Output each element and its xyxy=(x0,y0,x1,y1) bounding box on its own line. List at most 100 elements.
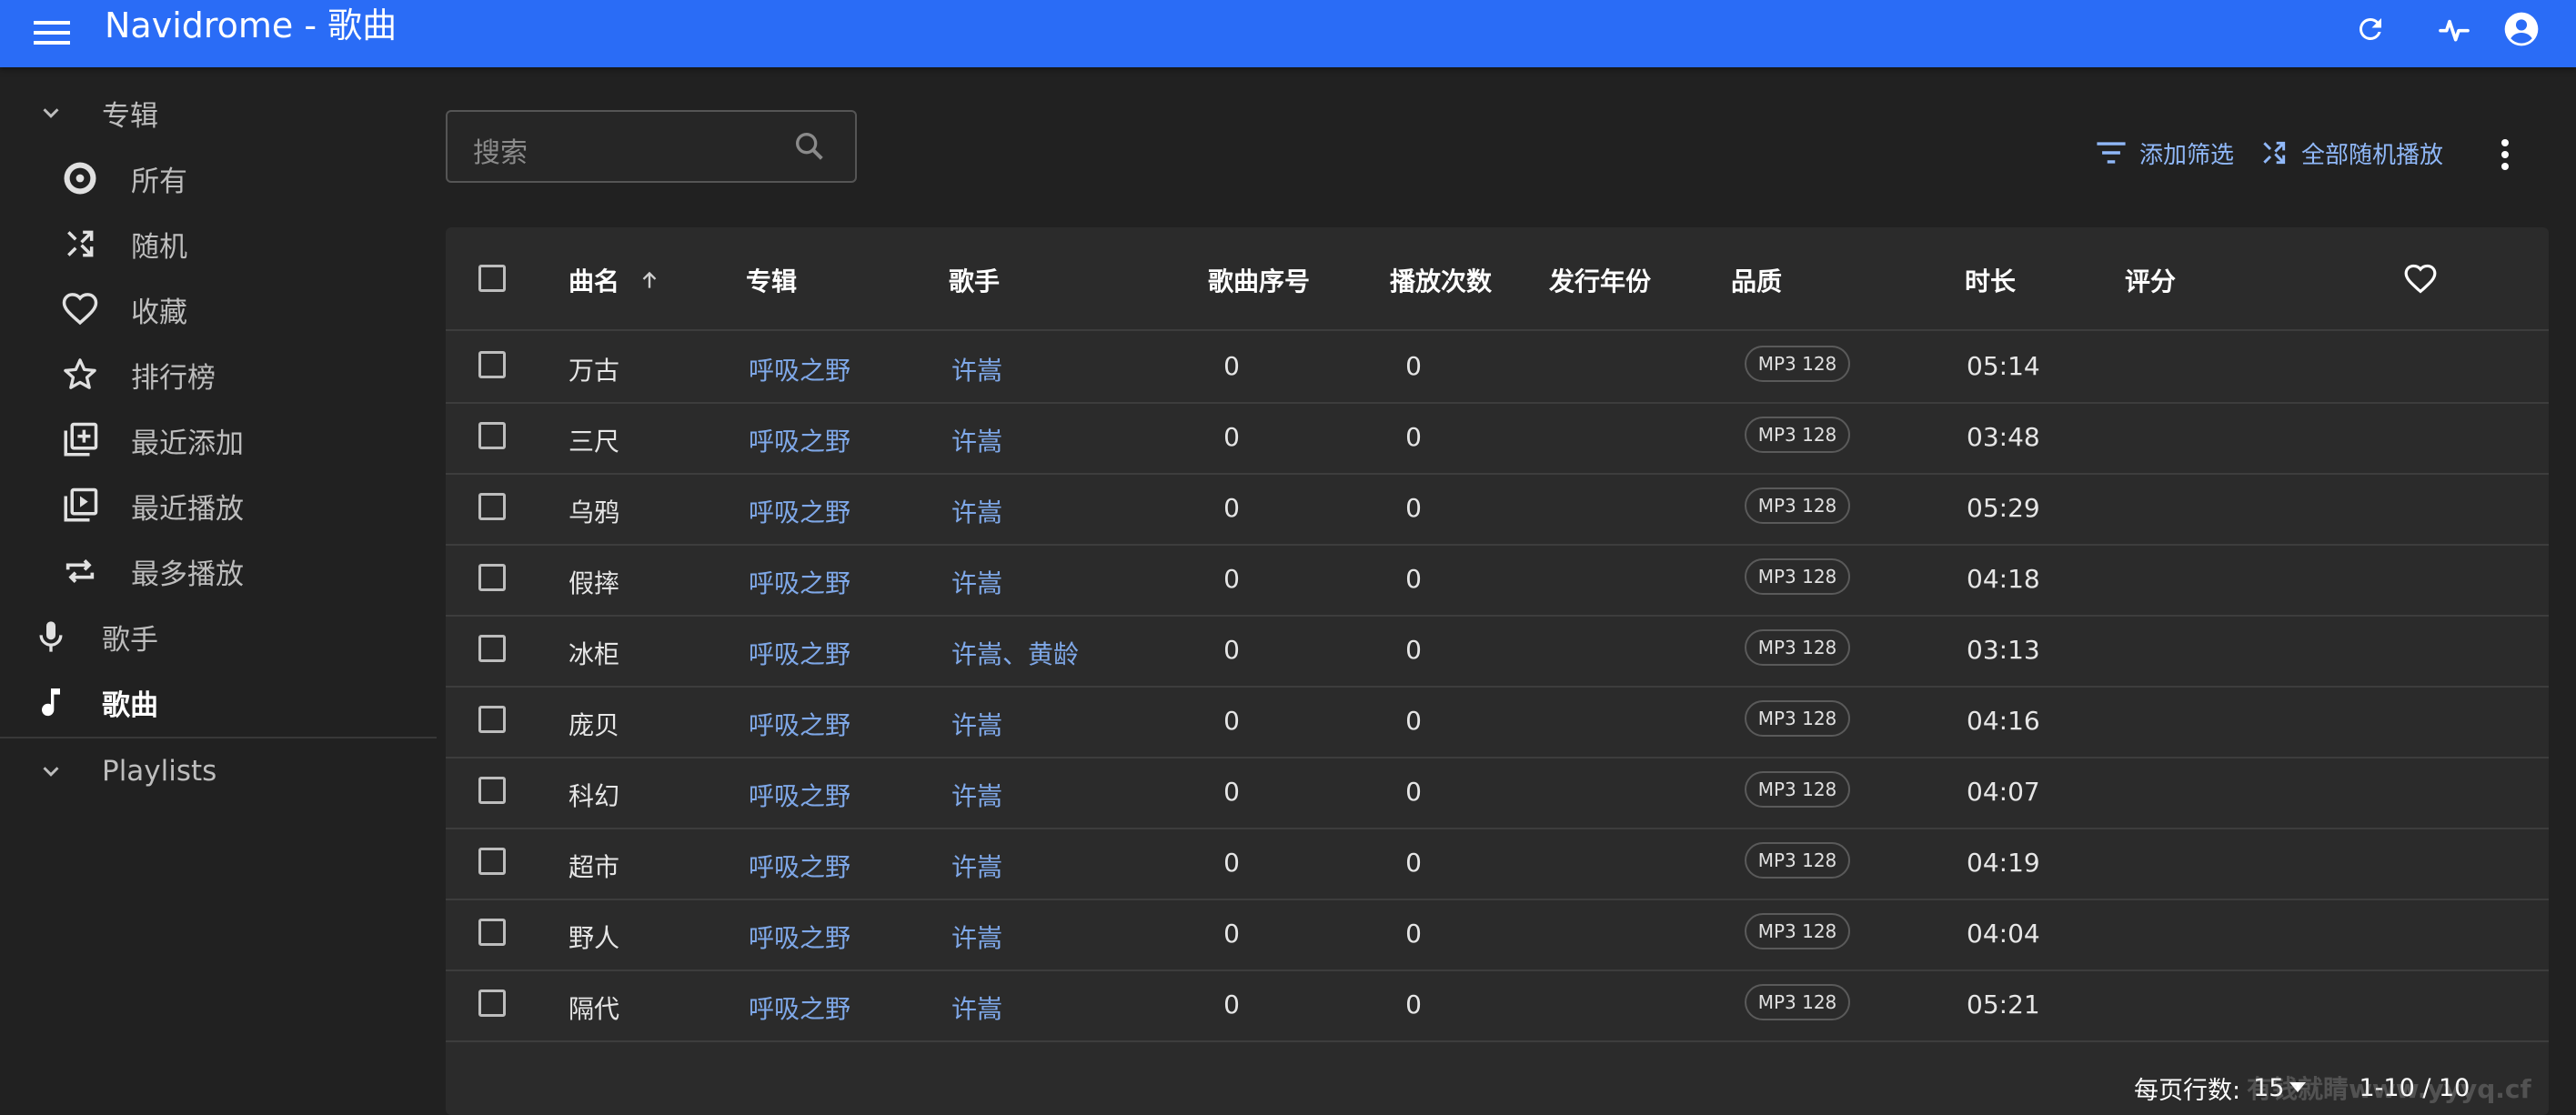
table-row[interactable]: 假摔 呼吸之野 许嵩 0 0 MP3 128 04:18 xyxy=(446,544,2549,617)
play-count: 0 xyxy=(1405,848,1422,878)
artist-link[interactable]: 许嵩 xyxy=(951,493,1002,529)
track-number: 0 xyxy=(1223,919,1240,949)
add-filter-label: 添加筛选 xyxy=(2139,141,2235,169)
sidebar-item-label: 所有 xyxy=(131,165,187,198)
artist-link[interactable]: 许嵩 xyxy=(951,848,1002,884)
album-link[interactable]: 呼吸之野 xyxy=(749,706,850,742)
table-row[interactable]: 野人 呼吸之野 许嵩 0 0 MP3 128 04:04 xyxy=(446,899,2549,971)
quality-badge: MP3 128 xyxy=(1745,346,1850,382)
select-all-checkbox[interactable] xyxy=(478,265,506,292)
header-duration[interactable]: 时长 xyxy=(1965,262,2016,298)
music-note-icon xyxy=(29,680,73,724)
search-placeholder: 搜索 xyxy=(473,137,528,169)
row-checkbox[interactable] xyxy=(478,706,506,733)
shuffle-all-button[interactable]: 全部随机播放 xyxy=(2259,135,2443,171)
activity-icon[interactable] xyxy=(2432,7,2476,51)
artist-link[interactable]: 许嵩 xyxy=(951,422,1002,458)
sidebar: 专辑 所有 随机 收藏 排行榜 最近添加 最近播放 最多播放 歌手 歌曲 Pla… xyxy=(0,67,437,1115)
song-title: 超市 xyxy=(569,852,620,882)
song-title: 冰柜 xyxy=(569,639,620,669)
more-options-icon[interactable] xyxy=(2487,135,2523,175)
track-number: 0 xyxy=(1223,635,1240,665)
row-checkbox[interactable] xyxy=(478,919,506,946)
sidebar-item-most-played[interactable]: 最多播放 xyxy=(0,538,437,604)
refresh-icon[interactable] xyxy=(2349,7,2392,51)
sidebar-item-recently-played[interactable]: 最近播放 xyxy=(0,473,437,538)
row-checkbox[interactable] xyxy=(478,848,506,875)
video-library-icon xyxy=(58,484,102,527)
menu-icon[interactable] xyxy=(31,16,73,49)
row-checkbox[interactable] xyxy=(478,635,506,662)
shuffle-icon xyxy=(2259,138,2289,167)
table-row[interactable]: 隔代 呼吸之野 许嵩 0 0 MP3 128 05:21 xyxy=(446,969,2549,1042)
repeat-icon xyxy=(58,549,102,593)
album-link[interactable]: 呼吸之野 xyxy=(749,848,850,884)
page-title: Navidrome - 歌曲 xyxy=(105,5,397,45)
row-checkbox[interactable] xyxy=(478,777,506,804)
sidebar-item-label: 最近播放 xyxy=(131,492,244,526)
album-link[interactable]: 呼吸之野 xyxy=(749,493,850,529)
account-icon[interactable] xyxy=(2500,7,2543,51)
album-link[interactable]: 呼吸之野 xyxy=(749,989,850,1026)
header-quality[interactable]: 品质 xyxy=(1731,262,1782,298)
sidebar-item-all[interactable]: 所有 xyxy=(0,146,437,211)
favorite-header-heart-icon[interactable] xyxy=(2403,262,2438,300)
filter-icon xyxy=(2096,141,2127,165)
add-filter-button[interactable]: 添加筛选 xyxy=(2096,135,2234,171)
microphone-icon xyxy=(29,615,73,658)
table-row[interactable]: 三尺 呼吸之野 许嵩 0 0 MP3 128 03:48 xyxy=(446,402,2549,475)
sidebar-section-playlists[interactable]: Playlists xyxy=(0,738,437,804)
album-link[interactable]: 呼吸之野 xyxy=(749,635,850,671)
row-checkbox[interactable] xyxy=(478,422,506,449)
album-link[interactable]: 呼吸之野 xyxy=(749,564,850,600)
duration: 05:29 xyxy=(1967,493,2040,523)
table-row[interactable]: 科幻 呼吸之野 许嵩 0 0 MP3 128 04:07 xyxy=(446,757,2549,829)
watermark: 有钱就睛www.yyyq.cf xyxy=(2247,1074,2531,1104)
sidebar-item-favorites[interactable]: 收藏 xyxy=(0,276,437,342)
song-title: 假摔 xyxy=(569,568,620,598)
album-link[interactable]: 呼吸之野 xyxy=(749,919,850,955)
row-checkbox[interactable] xyxy=(478,989,506,1017)
sidebar-section-albums[interactable]: 专辑 xyxy=(0,80,437,146)
artist-link[interactable]: 许嵩、黄龄 xyxy=(951,635,1079,671)
sidebar-item-songs[interactable]: 歌曲 xyxy=(0,669,437,735)
row-checkbox[interactable] xyxy=(478,493,506,520)
heart-icon xyxy=(58,287,102,331)
table-row[interactable]: 冰柜 呼吸之野 许嵩、黄龄 0 0 MP3 128 03:13 xyxy=(446,615,2549,688)
row-checkbox[interactable] xyxy=(478,351,506,378)
header-title[interactable]: 曲名 xyxy=(569,262,661,298)
table-row[interactable]: 庞贝 呼吸之野 许嵩 0 0 MP3 128 04:16 xyxy=(446,686,2549,758)
track-number: 0 xyxy=(1223,351,1240,381)
table-row[interactable]: 超市 呼吸之野 许嵩 0 0 MP3 128 04:19 xyxy=(446,828,2549,900)
sidebar-item-top-rated[interactable]: 排行榜 xyxy=(0,342,437,407)
header-rating[interactable]: 评分 xyxy=(2125,262,2176,298)
artist-link[interactable]: 许嵩 xyxy=(951,351,1002,387)
artist-link[interactable]: 许嵩 xyxy=(951,919,1002,955)
table-row[interactable]: 乌鸦 呼吸之野 许嵩 0 0 MP3 128 05:29 xyxy=(446,473,2549,546)
row-checkbox[interactable] xyxy=(478,564,506,591)
artist-link[interactable]: 许嵩 xyxy=(951,777,1002,813)
quality-badge: MP3 128 xyxy=(1745,417,1850,453)
header-year[interactable]: 发行年份 xyxy=(1549,262,1651,298)
quality-badge: MP3 128 xyxy=(1745,771,1850,808)
sidebar-item-label: 随机 xyxy=(131,230,187,264)
artist-link[interactable]: 许嵩 xyxy=(951,989,1002,1026)
search-input[interactable]: 搜索 xyxy=(446,110,857,183)
header-play-count[interactable]: 播放次数 xyxy=(1390,262,1492,298)
header-track-number[interactable]: 歌曲序号 xyxy=(1208,262,1310,298)
header-album[interactable]: 专辑 xyxy=(746,262,797,298)
album-link[interactable]: 呼吸之野 xyxy=(749,777,850,813)
album-link[interactable]: 呼吸之野 xyxy=(749,351,850,387)
sidebar-item-recently-added[interactable]: 最近添加 xyxy=(0,407,437,473)
table-row[interactable]: 万古 呼吸之野 许嵩 0 0 MP3 128 05:14 xyxy=(446,331,2549,404)
album-link[interactable]: 呼吸之野 xyxy=(749,422,850,458)
song-title: 庞贝 xyxy=(569,710,620,740)
header-artist[interactable]: 歌手 xyxy=(949,262,1000,298)
sidebar-item-artists[interactable]: 歌手 xyxy=(0,604,437,669)
artist-link[interactable]: 许嵩 xyxy=(951,706,1002,742)
sidebar-item-random[interactable]: 随机 xyxy=(0,211,437,276)
duration: 04:04 xyxy=(1967,919,2040,949)
track-number: 0 xyxy=(1223,706,1240,736)
artist-link[interactable]: 许嵩 xyxy=(951,564,1002,600)
shuffle-all-label: 全部随机播放 xyxy=(2301,141,2444,169)
